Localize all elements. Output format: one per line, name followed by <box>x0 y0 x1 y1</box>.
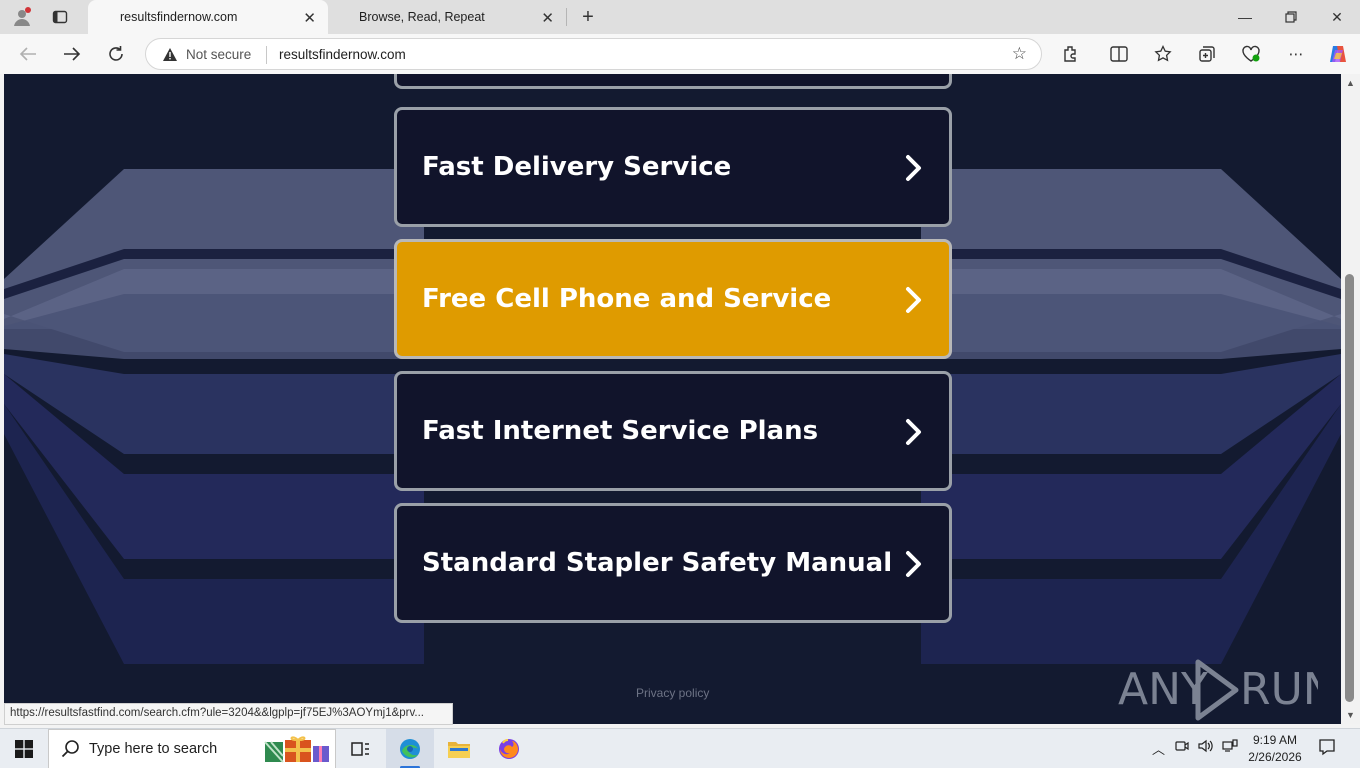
url-text[interactable]: resultsfindernow.com <box>279 47 406 62</box>
search-highlight-gifts-icon <box>264 736 329 763</box>
system-clock[interactable]: 9:19 AM 2/26/2026 <box>1240 732 1310 766</box>
watermark-text: RUN <box>1240 664 1318 715</box>
search-result-button[interactable]: Fast Internet Service Plans <box>394 371 952 491</box>
button-label: Fast Internet Service Plans <box>422 416 819 446</box>
tab-actions-icon[interactable] <box>48 6 72 28</box>
button-label: Standard Stapler Safety Manual <box>422 548 893 578</box>
button-label: Free Cell Phone and Service <box>422 284 832 314</box>
volume-icon[interactable] <box>1198 739 1214 756</box>
show-hidden-icons-chevron-icon[interactable]: ︿ <box>1152 739 1165 758</box>
partial-card <box>394 74 952 89</box>
split-screen-icon[interactable] <box>1106 42 1132 66</box>
network-icon[interactable] <box>1222 739 1238 756</box>
restore-button[interactable] <box>1276 6 1306 28</box>
clock-date: 2/26/2026 <box>1248 750 1302 764</box>
link-status-bubble: https://resultsfastfind.com/search.cfm?u… <box>4 703 453 725</box>
taskbar-edge-app[interactable] <box>386 729 434 768</box>
close-tab-icon[interactable]: ✕ <box>303 9 316 27</box>
search-result-button-highlighted[interactable]: Free Cell Phone and Service <box>394 239 952 359</box>
edge-icon <box>400 739 420 759</box>
notifications-icon[interactable] <box>1318 738 1336 759</box>
security-label[interactable]: Not secure <box>186 47 251 62</box>
privacy-policy-link[interactable]: Privacy policy <box>636 686 709 700</box>
close-tab-icon[interactable]: ✕ <box>541 9 554 27</box>
clock-time: 9:19 AM <box>1252 733 1298 747</box>
task-view-button[interactable] <box>336 729 384 768</box>
watermark-text: ANY <box>1118 664 1208 715</box>
extensions-icon[interactable] <box>1058 42 1084 66</box>
close-window-button[interactable]: ✕ <box>1322 6 1352 28</box>
tab-separator <box>566 8 567 26</box>
taskbar-firefox-app[interactable] <box>485 729 533 768</box>
scroll-up-arrow-icon[interactable]: ▲ <box>1346 78 1355 88</box>
scroll-thumb[interactable] <box>1345 274 1354 702</box>
profile-icon[interactable] <box>10 6 34 28</box>
windows-logo-icon <box>15 740 33 758</box>
tab-title: Browse, Read, Repeat <box>359 10 485 24</box>
more-menu-icon[interactable]: ⋯ <box>1283 42 1309 66</box>
meet-now-icon[interactable] <box>1175 739 1189 756</box>
tab-title: resultsfindernow.com <box>120 10 238 24</box>
copilot-icon[interactable] <box>1325 42 1351 66</box>
chevron-right-icon <box>906 551 921 577</box>
search-placeholder: Type here to search <box>89 741 218 757</box>
favorite-star-icon[interactable]: ☆ <box>1012 44 1027 64</box>
windows-taskbar: Type here to search ︿ 9:19 AM 2/26/2026 <box>0 728 1360 768</box>
firefox-icon <box>499 739 519 759</box>
minimize-button[interactable]: — <box>1230 6 1260 28</box>
anyrun-watermark: ANY RUN <box>1118 659 1318 721</box>
warning-icon[interactable] <box>162 47 178 65</box>
back-button[interactable] <box>14 42 42 66</box>
address-bar[interactable]: Not secure resultsfindernow.com ☆ <box>145 38 1042 70</box>
search-icon <box>61 740 79 758</box>
forward-button[interactable] <box>58 42 86 66</box>
start-button[interactable] <box>0 729 48 768</box>
tab-active[interactable]: resultsfindernow.com ✕ <box>88 0 328 34</box>
page-viewport: Fast Delivery Service Free Cell Phone an… <box>4 74 1341 724</box>
navigation-bar: Not secure resultsfindernow.com ☆ ⋯ <box>0 34 1360 74</box>
search-result-button[interactable]: Standard Stapler Safety Manual <box>394 503 952 623</box>
tab-strip: resultsfindernow.com ✕ Browse, Read, Rep… <box>0 0 1360 34</box>
address-separator <box>266 46 267 64</box>
scroll-down-arrow-icon[interactable]: ▼ <box>1346 710 1355 720</box>
refresh-button[interactable] <box>102 42 130 66</box>
browser-essentials-icon[interactable] <box>1238 42 1264 66</box>
chevron-right-icon <box>906 155 921 181</box>
search-result-button[interactable]: Fast Delivery Service <box>394 107 952 227</box>
chevron-right-icon <box>906 287 921 313</box>
taskbar-file-explorer-app[interactable] <box>435 729 483 768</box>
chevron-right-icon <box>906 419 921 445</box>
screen: resultsfindernow.com ✕ Browse, Read, Rep… <box>0 0 1360 768</box>
folder-icon <box>448 742 470 758</box>
collections-icon[interactable] <box>1194 42 1220 66</box>
button-label: Fast Delivery Service <box>422 152 732 182</box>
tab-inactive[interactable]: Browse, Read, Repeat ✕ <box>330 0 566 34</box>
favorites-icon[interactable] <box>1150 42 1176 66</box>
page-scrollbar[interactable]: ▲ ▼ <box>1341 74 1360 724</box>
new-tab-button[interactable]: + <box>576 5 600 29</box>
taskbar-search-box[interactable]: Type here to search <box>48 729 336 768</box>
